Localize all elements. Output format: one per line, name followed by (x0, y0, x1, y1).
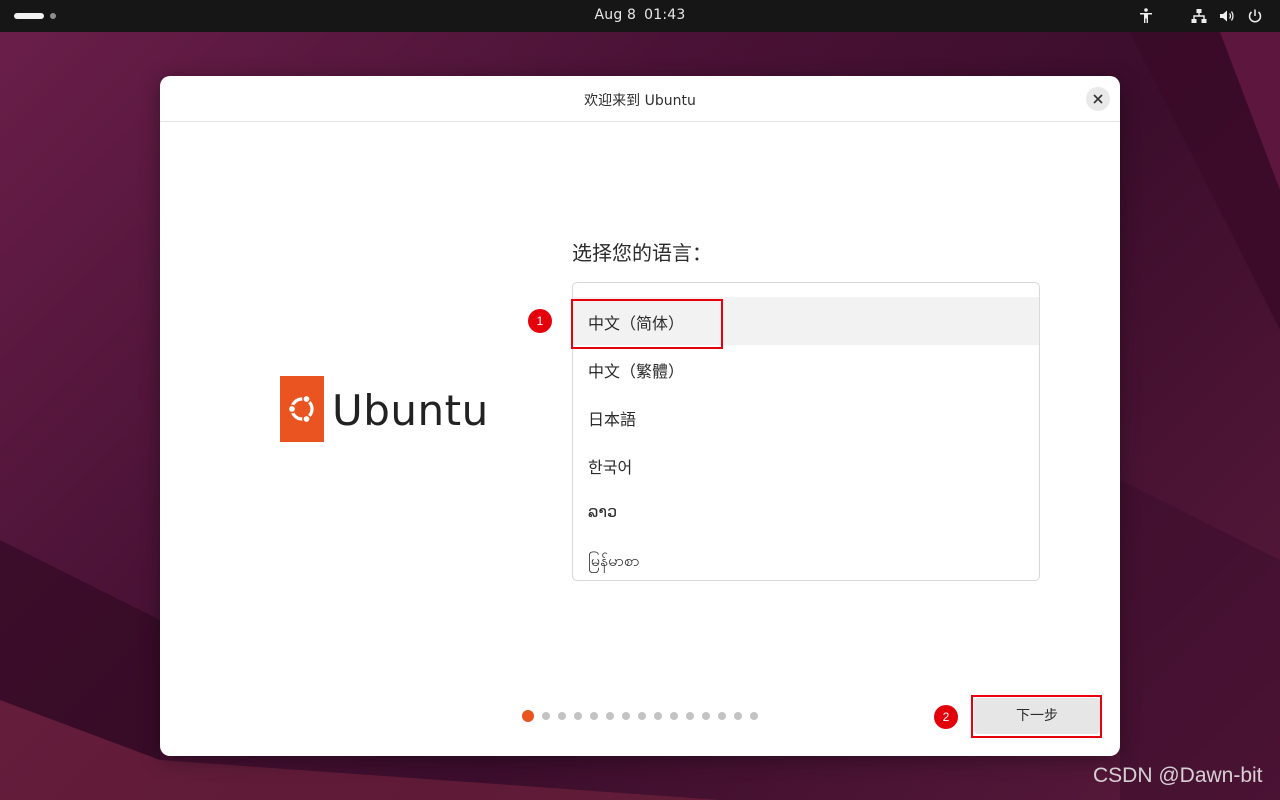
annotation-box-1 (571, 299, 723, 349)
page-dot[interactable] (590, 712, 598, 720)
page-dot[interactable] (654, 712, 662, 720)
language-item-ko[interactable]: 한국어 (573, 441, 1039, 489)
top-bar: Aug 8 01:43 (0, 0, 1280, 32)
language-label: 日本語 (588, 410, 637, 429)
annotation-box-2 (971, 695, 1102, 738)
page-dot[interactable] (606, 712, 614, 720)
dialog-title: 欢迎来到 Ubuntu (584, 93, 696, 109)
power-icon[interactable] (1246, 7, 1264, 25)
language-label: မြန်မာစာ (588, 551, 640, 570)
ubuntu-logo-mark (280, 376, 324, 442)
annotation-marker-1: 1 (528, 309, 552, 333)
welcome-dialog: 欢迎来到 Ubuntu Ubuntu 选择您的语言： 中文（简体） 中文（繁體）… (160, 76, 1120, 756)
volume-icon[interactable] (1218, 7, 1236, 25)
page-dot[interactable] (558, 712, 566, 720)
dialog-header: 欢迎来到 Ubuntu (160, 76, 1120, 122)
clock-time: 01:43 (644, 7, 686, 23)
language-label: 한국어 (588, 458, 633, 477)
ubuntu-wordmark: Ubuntu (332, 386, 489, 435)
watermark: CSDN @Dawn-bit (1093, 764, 1263, 787)
page-dot[interactable] (686, 712, 694, 720)
page-dot[interactable] (718, 712, 726, 720)
language-item-zh-hant[interactable]: 中文（繁體） (573, 345, 1039, 393)
page-dot[interactable] (750, 712, 758, 720)
circle-of-friends-icon (287, 394, 314, 424)
clock-date: Aug 8 (594, 7, 637, 23)
language-item-ja[interactable]: 日本語 (573, 393, 1039, 441)
annotation-marker-2: 2 (934, 705, 958, 729)
close-icon (1093, 94, 1103, 104)
language-label: 中文（繁體） (588, 362, 685, 381)
clock[interactable]: Aug 8 01:43 (0, 7, 1280, 23)
page-dot[interactable] (702, 712, 710, 720)
language-prompt: 选择您的语言： (572, 241, 712, 265)
language-item-lo[interactable]: ລາວ (573, 489, 1039, 537)
network-icon[interactable] (1190, 7, 1208, 25)
language-label: ລາວ (588, 502, 618, 521)
page-dot[interactable] (734, 712, 742, 720)
page-dot[interactable] (542, 712, 550, 720)
ubuntu-logo: Ubuntu (280, 376, 488, 442)
page-dot-active[interactable] (522, 710, 534, 722)
accessibility-icon[interactable] (1137, 7, 1155, 25)
language-item-my[interactable]: မြန်မာစာ (573, 537, 1039, 580)
page-dot[interactable] (622, 712, 630, 720)
page-dot[interactable] (574, 712, 582, 720)
page-dot[interactable] (638, 712, 646, 720)
page-dot[interactable] (670, 712, 678, 720)
close-button[interactable] (1086, 87, 1110, 111)
